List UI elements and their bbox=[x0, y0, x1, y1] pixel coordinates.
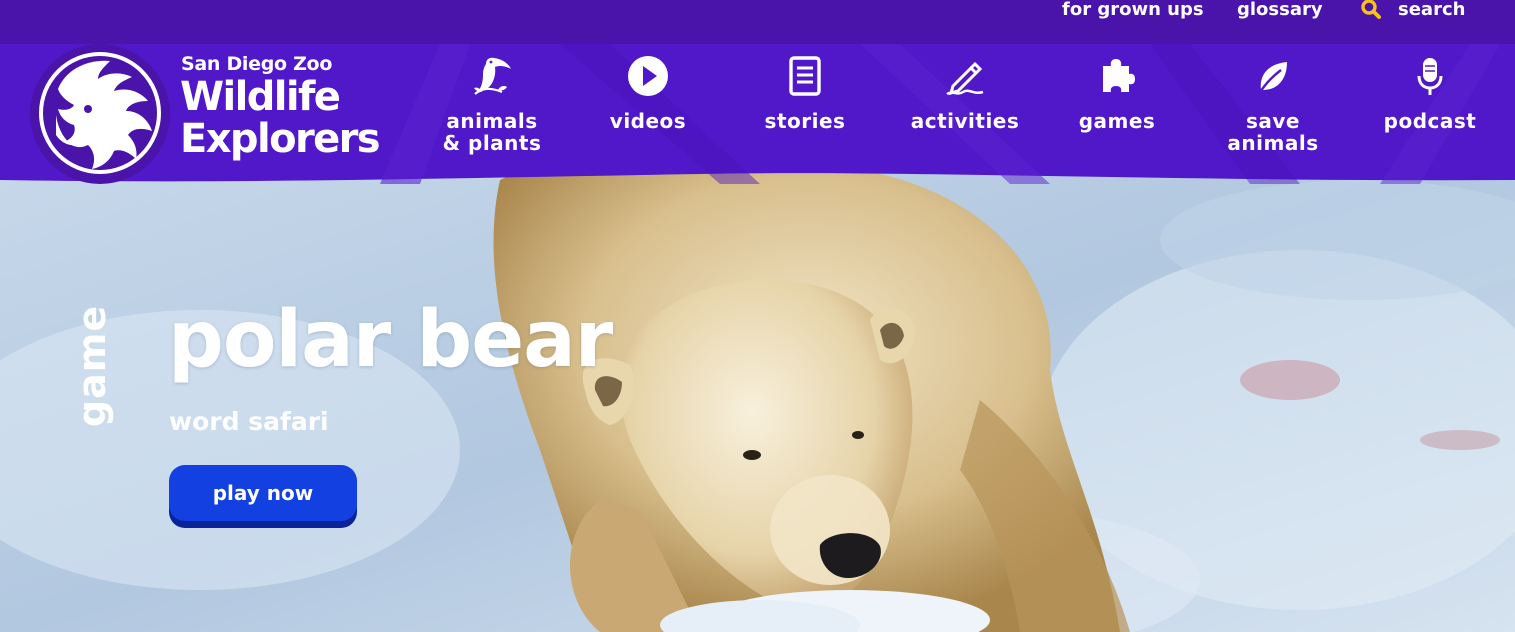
for-grown-ups-link[interactable]: for grown ups bbox=[1062, 0, 1204, 20]
site-logo[interactable]: San Diego Zoo Wildlife Explorers bbox=[30, 44, 410, 194]
nav-item-save-animals[interactable]: save animals bbox=[1208, 44, 1338, 164]
search-icon bbox=[1361, 0, 1381, 19]
polar-bear-hero-image bbox=[0, 150, 1515, 632]
pencil-icon bbox=[946, 61, 984, 96]
nav-item-stories[interactable]: stories bbox=[740, 44, 870, 164]
nav-item-games[interactable]: games bbox=[1052, 44, 1182, 164]
logo-text-wildlife-explorers: Wildlife Explorers bbox=[180, 74, 381, 162]
search-label: search bbox=[1398, 0, 1466, 20]
utility-bar: for grown ups glossary search bbox=[0, 0, 1515, 44]
nav-item-videos[interactable]: videos bbox=[583, 44, 713, 164]
nav-item-animals-plants[interactable]: animals & plants bbox=[427, 44, 557, 164]
nav-label-line: animals bbox=[1227, 131, 1319, 155]
nav-label-activities: activities bbox=[910, 109, 1020, 133]
logo-text-explorers: Explorers bbox=[180, 116, 381, 162]
hero-category-label: game bbox=[70, 304, 114, 428]
nav-label-stories: stories bbox=[764, 109, 846, 133]
hero-title: polar bear bbox=[168, 295, 613, 385]
toucan-icon bbox=[474, 57, 511, 95]
lion-logo-icon bbox=[39, 52, 161, 174]
play-now-button[interactable]: play now bbox=[169, 465, 357, 521]
logo-emblem bbox=[30, 44, 170, 184]
nav-item-activities[interactable]: activities bbox=[900, 44, 1030, 164]
logo-text-wildlife: Wildlife bbox=[180, 74, 341, 120]
hero-banner bbox=[0, 150, 1515, 632]
nav-label-line: & plants bbox=[442, 131, 542, 155]
document-icon bbox=[789, 56, 821, 96]
nav-label-podcast: podcast bbox=[1383, 109, 1477, 133]
nav-label-line: save bbox=[1245, 109, 1300, 133]
category-text: game bbox=[70, 304, 114, 428]
nav-label-animals-plants: animals & plants bbox=[427, 110, 557, 154]
microphone-icon bbox=[1417, 58, 1443, 95]
nav-label-save-animals: save animals bbox=[1208, 110, 1338, 154]
glossary-link[interactable]: glossary bbox=[1237, 0, 1323, 20]
nav-label-line: animals bbox=[446, 109, 538, 133]
nav-label-games: games bbox=[1078, 109, 1156, 133]
puzzle-icon bbox=[1103, 59, 1135, 92]
main-nav: San Diego Zoo Wildlife Explorers animals &… bbox=[0, 44, 1515, 184]
nav-item-podcast[interactable]: podcast bbox=[1365, 44, 1495, 164]
search-link[interactable]: search bbox=[1360, 0, 1465, 20]
leaf-icon bbox=[1257, 62, 1287, 95]
play-icon bbox=[628, 56, 668, 96]
hero-subtitle: word safari bbox=[169, 407, 329, 436]
logo-text-san-diego-zoo: San Diego Zoo bbox=[181, 53, 333, 75]
nav-label-videos: videos bbox=[609, 109, 687, 133]
